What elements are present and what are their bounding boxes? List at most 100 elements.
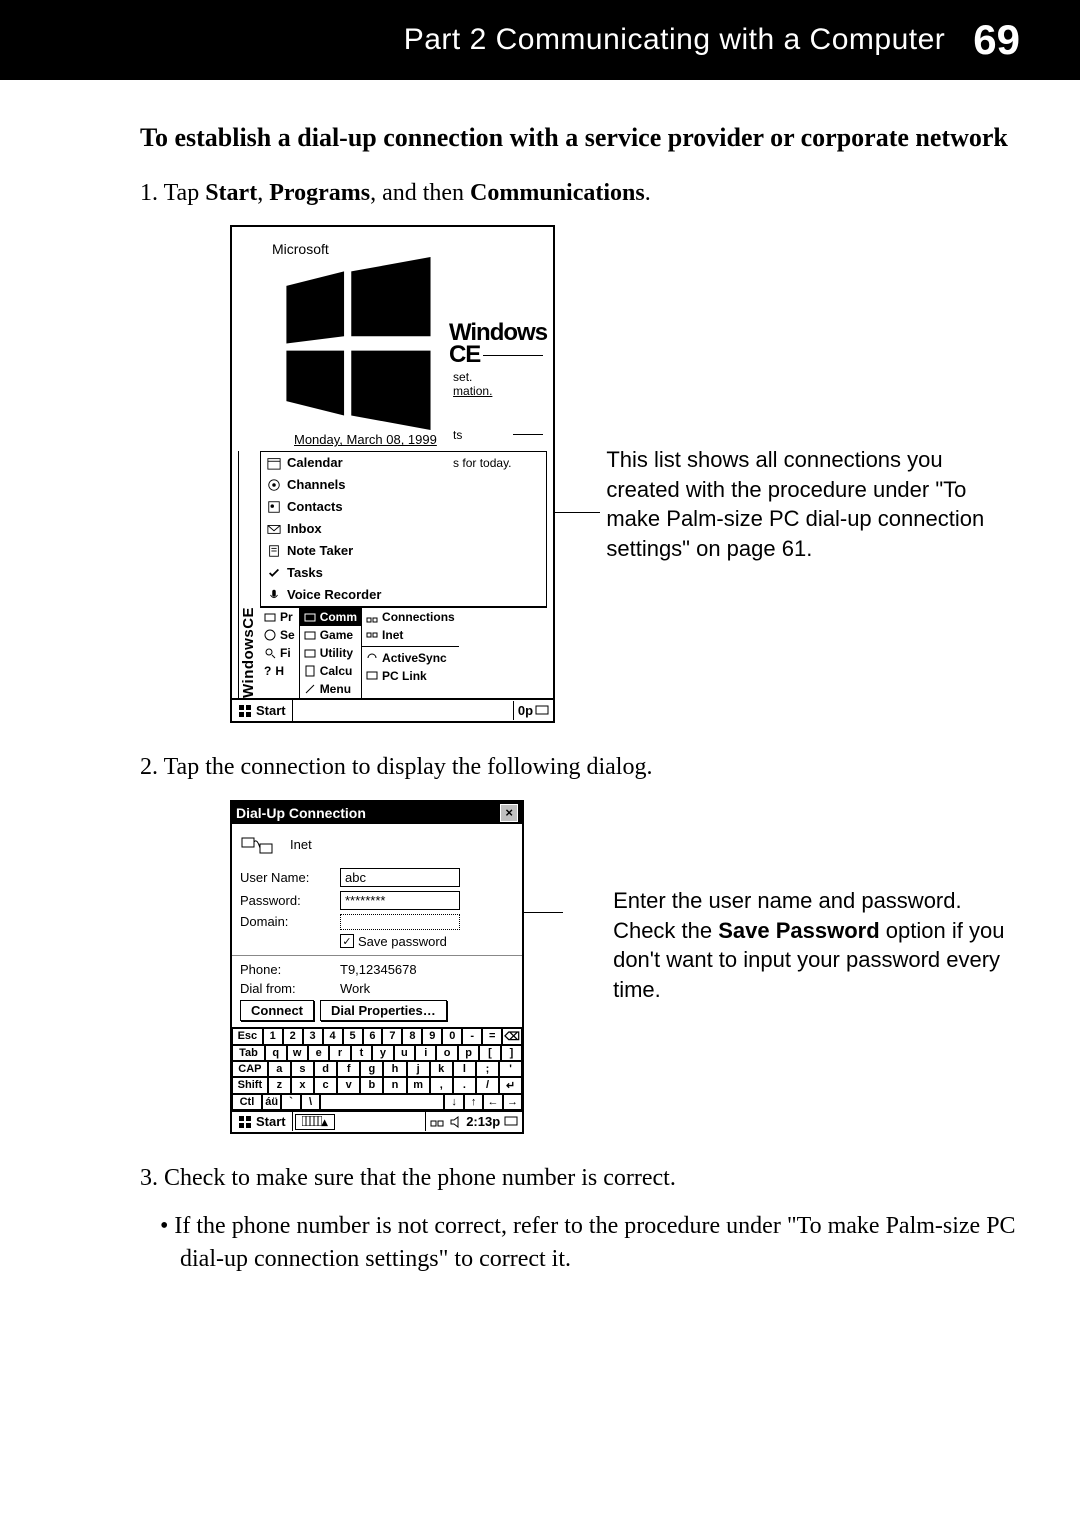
password-field[interactable]: ******** <box>340 891 460 910</box>
osk-key[interactable]: - <box>462 1028 482 1045</box>
sm-comm[interactable]: Comm <box>300 608 361 626</box>
osk-key[interactable]: z <box>268 1077 291 1094</box>
osk-key[interactable]: ; <box>476 1061 499 1077</box>
osk-key[interactable] <box>320 1094 444 1110</box>
osk-key[interactable]: 4 <box>323 1028 343 1045</box>
osk-key[interactable]: q <box>265 1045 286 1061</box>
dial-properties-button[interactable]: Dial Properties… <box>320 1000 447 1021</box>
osk-key[interactable]: Ctl <box>232 1094 262 1110</box>
osk-key[interactable]: 7 <box>382 1028 402 1045</box>
osk-key[interactable]: l <box>453 1061 476 1077</box>
osk-key[interactable]: m <box>407 1077 430 1094</box>
osk-key[interactable]: → <box>503 1094 522 1110</box>
sm-activesync[interactable]: ActiveSync <box>362 649 459 667</box>
osk-key[interactable]: j <box>407 1061 430 1077</box>
osk-key[interactable]: c <box>314 1077 337 1094</box>
osk-key[interactable]: [ <box>479 1045 500 1061</box>
osk-key[interactable]: w <box>287 1045 308 1061</box>
osk-key[interactable]: i <box>415 1045 436 1061</box>
menu-notetaker[interactable]: Note Taker <box>261 540 546 562</box>
osk-key[interactable]: 9 <box>422 1028 442 1045</box>
step1-m2: , and then <box>370 180 470 206</box>
start-label: Start <box>256 703 286 718</box>
sm-pclink[interactable]: PC Link <box>362 667 459 685</box>
osk-key[interactable]: . <box>453 1077 476 1094</box>
osk-key[interactable]: ⌫ <box>502 1028 522 1045</box>
sm-activesync-label: ActiveSync <box>382 651 447 665</box>
osk-key[interactable]: ← <box>483 1094 502 1110</box>
sm-utility[interactable]: Utility <box>300 644 361 662</box>
username-field[interactable]: abc <box>340 868 460 887</box>
osk-key[interactable]: e <box>308 1045 329 1061</box>
osk-key[interactable]: b <box>360 1077 383 1094</box>
close-button[interactable]: × <box>500 804 518 822</box>
osk-key[interactable]: u <box>394 1045 415 1061</box>
osk-key[interactable]: y <box>372 1045 393 1061</box>
osk-key[interactable]: ' <box>499 1061 522 1077</box>
osk-key[interactable]: p <box>458 1045 479 1061</box>
osk-key[interactable]: ` <box>281 1094 300 1110</box>
osk-key[interactable]: 5 <box>343 1028 363 1045</box>
sm-se[interactable]: Se <box>260 626 299 644</box>
sm-connections[interactable]: Connections <box>362 608 459 626</box>
desktop-tray-icon[interactable] <box>504 1115 518 1129</box>
sm-fi[interactable]: Fi <box>260 644 299 662</box>
osk-key[interactable]: x <box>291 1077 314 1094</box>
osk-key[interactable]: ↑ <box>464 1094 483 1110</box>
connection-header: Inet <box>240 830 514 860</box>
osk-key[interactable]: 6 <box>363 1028 383 1045</box>
save-password-checkbox[interactable]: ✓ <box>340 934 354 948</box>
connection-icon <box>366 629 378 641</box>
osk-key[interactable]: g <box>360 1061 383 1077</box>
taskbar-sip-button[interactable]: ▴ <box>295 1114 335 1130</box>
menu-inbox[interactable]: Inbox <box>261 518 546 540</box>
sm-h[interactable]: ?H <box>260 662 299 680</box>
osk-key[interactable]: ↵ <box>499 1077 522 1094</box>
desktop-icon[interactable] <box>535 704 549 718</box>
osk-key[interactable]: d <box>314 1061 337 1077</box>
osk-key[interactable]: 8 <box>402 1028 422 1045</box>
menu-channels[interactable]: Channels <box>261 474 546 496</box>
osk-key[interactable]: 0 <box>442 1028 462 1045</box>
sm-menu[interactable]: Menu <box>300 680 361 698</box>
sm-inet[interactable]: Inet <box>362 626 459 644</box>
sm-pr[interactable]: Pr <box>260 608 299 626</box>
osk-key[interactable]: o <box>436 1045 457 1061</box>
osk-key[interactable]: s <box>291 1061 314 1077</box>
osk-key[interactable]: Tab <box>232 1045 265 1061</box>
osk-key[interactable]: k <box>430 1061 453 1077</box>
osk-key[interactable]: f <box>337 1061 360 1077</box>
domain-field[interactable] <box>340 914 460 930</box>
start-button-2[interactable]: Start <box>232 1112 293 1131</box>
osk-key[interactable]: Shift <box>232 1077 268 1094</box>
osk-key[interactable]: n <box>383 1077 406 1094</box>
osk-key[interactable]: a <box>268 1061 291 1077</box>
menu-contacts[interactable]: Contacts <box>261 496 546 518</box>
menu-calendar-label: Calendar <box>287 455 343 470</box>
osk-key[interactable]: 1 <box>263 1028 283 1045</box>
osk-key[interactable]: CAP <box>232 1061 268 1077</box>
menu-tasks-label: Tasks <box>287 565 323 580</box>
step-3: 3. Check to make sure that the phone num… <box>140 1162 1020 1194</box>
osk-key[interactable]: áü <box>262 1094 281 1110</box>
osk-key[interactable]: t <box>351 1045 372 1061</box>
sm-calcu[interactable]: Calcu <box>300 662 361 680</box>
menu-tasks[interactable]: Tasks <box>261 562 546 584</box>
connect-button[interactable]: Connect <box>240 1000 314 1021</box>
osk-key[interactable]: , <box>430 1077 453 1094</box>
osk-key[interactable]: h <box>383 1061 406 1077</box>
osk-key[interactable]: \ <box>301 1094 320 1110</box>
osk-key[interactable]: / <box>476 1077 499 1094</box>
osk-key[interactable]: v <box>337 1077 360 1094</box>
osk-key[interactable]: 2 <box>283 1028 303 1045</box>
page-header: Part 2 Communicating with a Computer 69 <box>0 0 1080 80</box>
osk-key[interactable]: = <box>482 1028 502 1045</box>
osk-key[interactable]: ] <box>501 1045 522 1061</box>
sm-game[interactable]: Game <box>300 626 361 644</box>
osk-key[interactable]: ↓ <box>444 1094 463 1110</box>
osk-key[interactable]: r <box>329 1045 350 1061</box>
menu-voicerecorder[interactable]: Voice Recorder <box>261 584 546 606</box>
osk-key[interactable]: Esc <box>232 1028 263 1045</box>
start-button[interactable]: Start <box>232 700 293 721</box>
osk-key[interactable]: 3 <box>303 1028 323 1045</box>
